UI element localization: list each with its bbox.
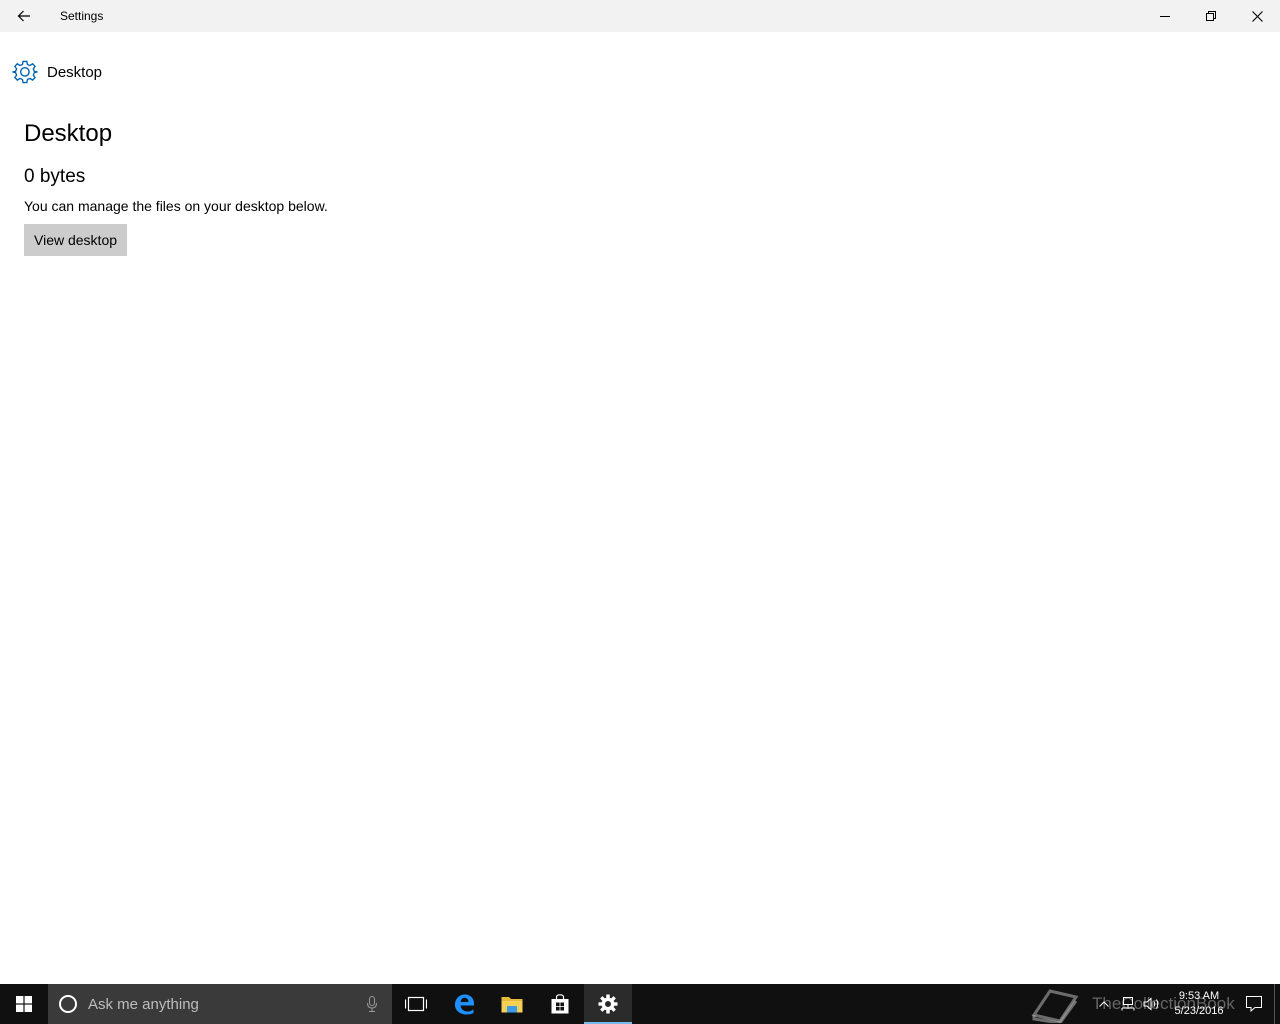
store-button[interactable] — [536, 984, 584, 1024]
clock-time: 9:53 AM — [1178, 990, 1220, 1002]
network-icon — [1121, 997, 1135, 1011]
show-hidden-icons-button[interactable] — [1092, 984, 1116, 1024]
back-button[interactable] — [0, 0, 48, 32]
header-label: Desktop — [47, 63, 103, 81]
search-box[interactable]: Ask me anything — [48, 984, 392, 1024]
search-placeholder: Ask me anything — [88, 995, 199, 1013]
window-title: Settings — [60, 9, 104, 23]
action-center-button[interactable] — [1234, 984, 1274, 1024]
clock[interactable]: 9:53 AM 5/23/2016 — [1164, 989, 1234, 1019]
restore-icon — [1206, 11, 1216, 21]
windows-logo-icon — [16, 996, 32, 1012]
close-button[interactable] — [1234, 0, 1280, 32]
chevron-up-icon — [1099, 1001, 1109, 1007]
settings-icon — [598, 994, 618, 1014]
view-desktop-button[interactable]: View desktop — [24, 224, 128, 256]
store-icon — [551, 994, 569, 1014]
volume-button[interactable] — [1140, 984, 1164, 1024]
system-tray: 9:53 AM 5/23/2016 — [1092, 984, 1280, 1024]
task-view-button[interactable] — [392, 984, 440, 1024]
show-desktop-button[interactable] — [1274, 984, 1280, 1024]
cortana-icon — [48, 984, 88, 1024]
back-arrow-icon — [17, 10, 30, 22]
start-button[interactable] — [0, 984, 48, 1024]
storage-size: 0 bytes — [24, 166, 86, 187]
minimize-icon — [1160, 16, 1170, 17]
microphone-icon[interactable] — [364, 984, 380, 1024]
title-bar: Settings — [0, 0, 1280, 32]
network-button[interactable] — [1116, 984, 1140, 1024]
book-logo-icon — [1031, 989, 1079, 1023]
window-controls — [1142, 0, 1280, 32]
restore-button[interactable] — [1188, 0, 1234, 32]
gear-icon — [12, 59, 38, 85]
clock-date: 5/23/2016 — [1174, 1005, 1224, 1017]
close-icon — [1251, 10, 1263, 22]
file-explorer-icon — [501, 997, 523, 1013]
speaker-icon — [1143, 997, 1159, 1011]
task-view-icon — [405, 996, 427, 1012]
page-title: Desktop — [24, 120, 113, 147]
file-explorer-button[interactable] — [488, 984, 536, 1024]
notification-icon — [1246, 996, 1262, 1012]
page-header: Desktop — [12, 58, 102, 86]
edge-icon — [455, 994, 474, 1015]
description-text: You can manage the files on your desktop… — [24, 198, 328, 214]
settings-app-button[interactable] — [584, 984, 632, 1024]
minimize-button[interactable] — [1142, 0, 1188, 32]
edge-button[interactable] — [440, 984, 488, 1024]
taskbar: Ask me anything TheCollectionBook 9:53 A… — [0, 984, 1280, 1024]
main-content: Desktop 0 bytes You can manage the files… — [24, 118, 328, 256]
